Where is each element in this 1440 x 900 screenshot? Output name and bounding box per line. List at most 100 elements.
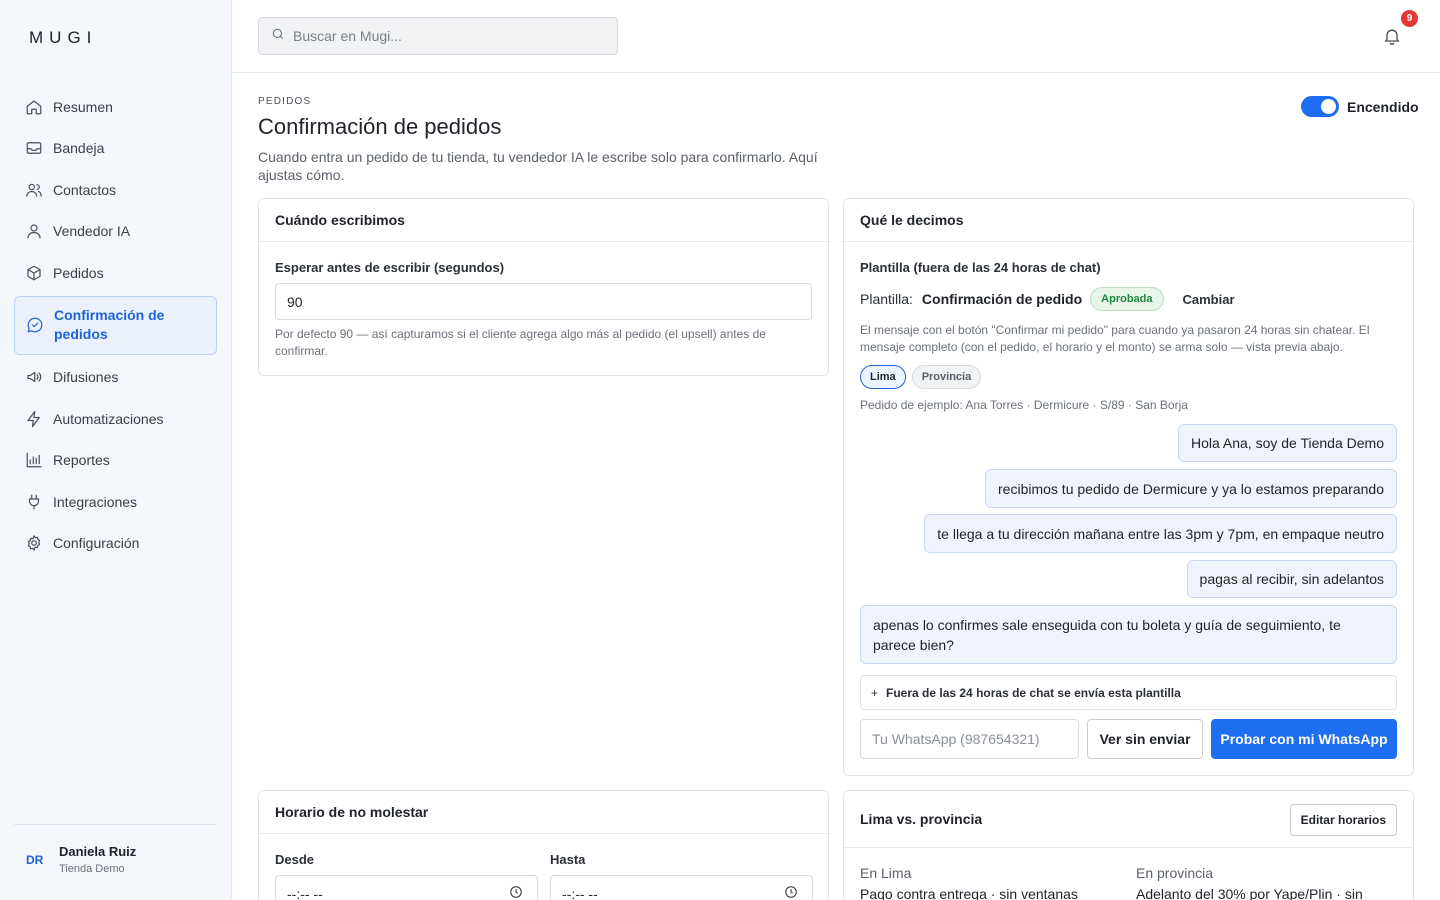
sidebar-item-configuracion[interactable]: Configuración xyxy=(14,523,217,565)
sidebar-item-integraciones[interactable]: Integraciones xyxy=(14,481,217,523)
message-bubble: te llega a tu dirección mañana entre las… xyxy=(924,514,1397,553)
message-bubble: recibimos tu pedido de Dermicure y ya lo… xyxy=(985,469,1397,508)
sidebar-item-vendedor-ia[interactable]: Vendedor IA xyxy=(14,211,217,253)
bolt-icon xyxy=(25,410,43,428)
clock-icon xyxy=(784,885,798,900)
dnd-card: Horario de no molestar Desde Hasta --:--… xyxy=(258,790,829,900)
sidebar-item-automatizaciones[interactable]: Automatizaciones xyxy=(14,398,217,440)
gear-icon xyxy=(25,534,43,552)
sidebar-item-confirmacion-pedidos[interactable]: Confirmación de pedidos xyxy=(14,295,217,355)
sidebar-item-contactos[interactable]: Contactos xyxy=(14,169,217,211)
regions-card: Lima vs. provincia Editar horarios En Li… xyxy=(843,790,1414,900)
avatar: DR xyxy=(26,853,44,867)
user-icon xyxy=(25,222,43,240)
message-bubble: Hola Ana, soy de Tienda Demo xyxy=(1177,424,1397,462)
user-name: Daniela Ruiz xyxy=(59,844,137,859)
sidebar-item-label: Contactos xyxy=(53,181,117,198)
edit-hours-button[interactable]: Editar horarios xyxy=(1289,804,1397,836)
change-template-button[interactable]: Cambiar xyxy=(1183,292,1235,307)
message-bubble: pagas al recibir, sin adelantos xyxy=(1186,560,1397,598)
sidebar-item-label: Reportes xyxy=(53,452,110,469)
home-icon xyxy=(25,98,43,116)
clock-icon xyxy=(509,885,523,900)
lima-label: En Lima xyxy=(860,865,912,881)
megaphone-icon xyxy=(25,368,43,386)
sidebar-item-label: Automatizaciones xyxy=(53,410,164,427)
sidebar-item-bandeja[interactable]: Bandeja xyxy=(14,128,217,170)
when-card: Cuándo escribimos Esperar antes de escri… xyxy=(258,198,829,376)
brand-logo[interactable]: MUGI xyxy=(29,28,97,48)
notification-badge: 9 xyxy=(1401,10,1418,27)
provincia-column: En provincia Adelanto del 30% por Yape/P… xyxy=(1136,865,1363,900)
topbar: 9 xyxy=(232,0,1440,73)
example-order: Pedido de ejemplo: Ana Torres · Dermicur… xyxy=(860,398,1188,412)
sidebar: MUGI Resumen Bandeja Contactos Vendedor … xyxy=(0,0,232,900)
dnd-card-title: Horario de no molestar xyxy=(259,791,828,834)
template-row: Plantilla: Confirmación de pedido Aproba… xyxy=(860,287,1235,311)
plug-icon xyxy=(25,493,43,511)
to-label: Hasta xyxy=(550,852,586,867)
sidebar-item-difusiones[interactable]: Difusiones xyxy=(14,357,217,399)
sidebar-item-label: Vendedor IA xyxy=(53,223,131,240)
sidebar-nav: Resumen Bandeja Contactos Vendedor IA Pe… xyxy=(14,86,217,564)
to-time-value: --:-- -- xyxy=(562,885,598,900)
toggle-label: Encendido xyxy=(1347,98,1419,115)
search-input[interactable] xyxy=(293,28,593,44)
lima-column: En Lima Pago contra entrega · sin ventan… xyxy=(860,865,1078,900)
preview-button[interactable]: Ver sin enviar xyxy=(1087,719,1203,759)
sidebar-item-label: Configuración xyxy=(53,535,140,552)
provincia-label: En provincia xyxy=(1136,865,1214,881)
template-accordion[interactable]: + Fuera de las 24 horas de chat se envía… xyxy=(860,675,1397,710)
sidebar-item-pedidos[interactable]: Pedidos xyxy=(14,252,217,294)
sidebar-item-label: Pedidos xyxy=(53,264,104,281)
page-title: Confirmación de pedidos xyxy=(258,114,502,139)
region-segmented-control: Lima Provincia xyxy=(860,365,987,389)
sidebar-item-resumen[interactable]: Resumen xyxy=(14,86,217,128)
search-box[interactable] xyxy=(258,17,618,55)
what-card-title: Qué le decimos xyxy=(844,199,1413,242)
segment-lima[interactable]: Lima xyxy=(860,365,906,389)
enable-toggle-group: Encendido xyxy=(1301,96,1419,117)
user-store: Tienda Demo xyxy=(59,863,125,875)
from-time-input[interactable]: --:-- -- xyxy=(275,875,538,900)
whatsapp-number-input[interactable] xyxy=(860,719,1079,759)
sidebar-item-reportes[interactable]: Reportes xyxy=(14,440,217,482)
provincia-text: Adelanto del 30% por Yape/Plin · sin xyxy=(1136,886,1363,900)
sidebar-item-label: Bandeja xyxy=(53,140,105,157)
users-icon xyxy=(25,181,43,199)
status-badge: Aprobada xyxy=(1090,287,1164,311)
chat-check-icon xyxy=(26,316,44,334)
message-bubble: apenas lo confirmes sale enseguida con t… xyxy=(860,605,1397,664)
search-icon xyxy=(271,27,285,46)
template-key: Plantilla: xyxy=(860,291,913,307)
user-profile[interactable]: DR Daniela Ruiz Tienda Demo xyxy=(14,824,217,875)
lima-text: Pago contra entrega · sin ventanas xyxy=(860,886,1078,900)
user-info: Daniela Ruiz Tienda Demo xyxy=(59,844,136,875)
from-label: Desde xyxy=(275,852,315,867)
sidebar-item-label: Confirmación de pedidos xyxy=(54,307,165,342)
sidebar-item-label: Difusiones xyxy=(53,369,119,386)
template-name: Confirmación de pedido xyxy=(921,291,1083,307)
accordion-label: Fuera de las 24 horas de chat se envía e… xyxy=(886,685,1181,700)
box-icon xyxy=(25,264,43,282)
when-card-title: Cuándo escribimos xyxy=(259,199,828,242)
bar-chart-icon xyxy=(25,451,43,469)
template-section-title: Plantilla (fuera de las 24 horas de chat… xyxy=(860,260,1101,275)
segment-provincia[interactable]: Provincia xyxy=(911,365,982,389)
wait-label: Esperar antes de escribir (segundos) xyxy=(275,260,505,275)
sidebar-item-label: Integraciones xyxy=(53,493,138,510)
what-card: Qué le decimos Plantilla (fuera de las 2… xyxy=(843,198,1414,776)
wait-seconds-input[interactable]: 90 xyxy=(275,283,812,320)
page-description: Cuando entra un pedido de tu tienda, tu … xyxy=(258,149,818,183)
inbox-icon xyxy=(25,139,43,157)
breadcrumb: PEDIDOS xyxy=(258,96,312,107)
plus-icon: + xyxy=(871,685,879,700)
bell-icon[interactable] xyxy=(1382,26,1402,46)
wait-hint: Por defecto 90 — así capturamos si el cl… xyxy=(275,327,766,358)
template-description: El mensaje con el botón "Confirmar mi pe… xyxy=(860,323,1370,354)
from-time-value: --:-- -- xyxy=(287,885,323,900)
sidebar-item-label: Resumen xyxy=(53,98,113,115)
to-time-input[interactable]: --:-- -- xyxy=(550,875,813,900)
enable-toggle[interactable] xyxy=(1301,96,1339,117)
test-whatsapp-button[interactable]: Probar con mi WhatsApp xyxy=(1211,719,1397,759)
